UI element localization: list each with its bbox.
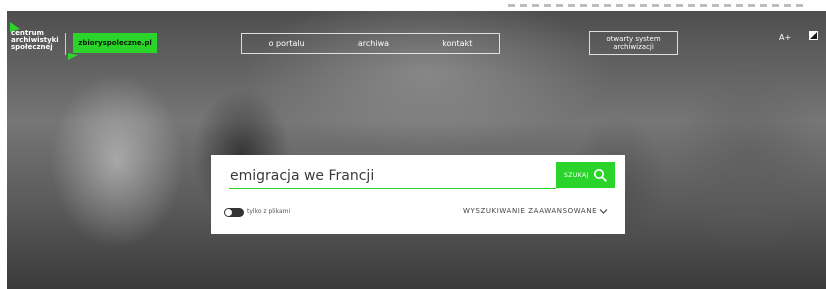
- system-label-line1: otwarty system: [606, 35, 661, 43]
- files-only-label: tylko z plikami: [247, 208, 291, 215]
- zbiory-spoleczne-label: zbioryspoleczne.pl: [78, 39, 152, 47]
- main-nav: o portalu archiwa kontakt: [241, 33, 500, 54]
- font-size-button[interactable]: A+: [779, 33, 791, 42]
- nav-item-archiwa[interactable]: archiwa: [358, 39, 389, 48]
- top-strip-decoration: [508, 4, 808, 7]
- search-icon: [594, 169, 607, 182]
- nav-item-o-portalu[interactable]: o portalu: [269, 39, 305, 48]
- chevron-down-icon: [599, 208, 608, 214]
- toggle-knob: [225, 209, 232, 216]
- files-only-toggle[interactable]: [224, 208, 244, 217]
- open-archiving-system-button[interactable]: otwarty system archiwizacji: [589, 31, 678, 55]
- advanced-search-label: WYSZUKIWANIE ZAAWANSOWANE: [463, 207, 598, 215]
- logo-line: społecznej: [11, 43, 53, 51]
- logo-text: centrum archiwistyki społecznej: [11, 30, 71, 51]
- system-label-line2: archiwizacji: [613, 43, 654, 51]
- nav-item-kontakt[interactable]: kontakt: [442, 39, 472, 48]
- search-input[interactable]: [229, 163, 556, 189]
- search-button-label: SZUKAJ: [563, 171, 589, 179]
- zbiory-tail-icon: [68, 53, 78, 60]
- search-panel: SZUKAJ tylko z plikami WYSZUKIWANIE ZAAW…: [211, 155, 625, 234]
- contrast-icon[interactable]: [809, 31, 818, 40]
- cas-logo[interactable]: centrum archiwistyki społecznej: [10, 22, 70, 58]
- advanced-search-link[interactable]: WYSZUKIWANIE ZAAWANSOWANE: [463, 207, 608, 215]
- search-button[interactable]: SZUKAJ: [556, 162, 615, 188]
- zbiory-spoleczne-button[interactable]: zbioryspoleczne.pl: [73, 33, 157, 53]
- logo-divider: [65, 33, 66, 55]
